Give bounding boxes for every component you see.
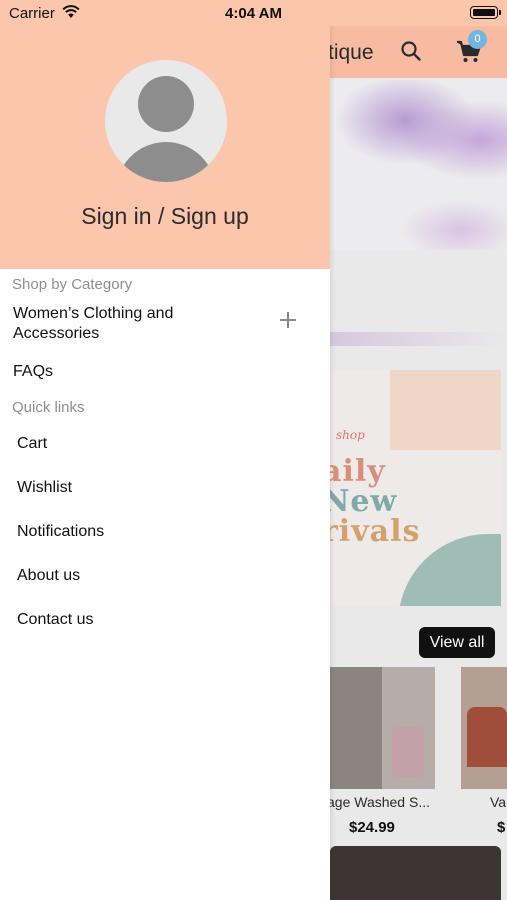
product-price: $ bbox=[497, 819, 506, 836]
new-arrivals-banner[interactable]: shop aily New rivals bbox=[330, 370, 501, 606]
sign-in-link[interactable]: Sign in / Sign up bbox=[0, 203, 330, 230]
category-label: Women’s Clothing and Accessories bbox=[13, 305, 174, 342]
hero-banner-image[interactable] bbox=[330, 80, 507, 250]
product-name[interactable]: age Washed S... bbox=[330, 794, 430, 810]
menu-item-faqs[interactable]: FAQs bbox=[13, 363, 53, 381]
side-drawer: Sign in / Sign up Shop by Category Women… bbox=[0, 26, 330, 900]
banner-decoration bbox=[390, 370, 501, 450]
plus-icon[interactable] bbox=[280, 312, 296, 328]
avatar[interactable] bbox=[105, 60, 227, 182]
menu-item-about-us[interactable]: About us bbox=[17, 567, 80, 585]
quick-links-heading: Quick links bbox=[12, 399, 85, 416]
avatar-body bbox=[116, 142, 216, 182]
product-image[interactable] bbox=[330, 667, 435, 789]
avatar-head bbox=[138, 76, 194, 132]
app-header: tique 0 bbox=[330, 26, 507, 78]
menu-item-contact-us[interactable]: Contact us bbox=[17, 611, 93, 629]
product-bag bbox=[392, 727, 424, 777]
product-image[interactable] bbox=[330, 846, 501, 900]
banner-shop-text: shop bbox=[336, 428, 365, 442]
banner-line-3: rivals bbox=[330, 514, 421, 549]
app-title: tique bbox=[330, 41, 374, 64]
view-all-button[interactable]: View all bbox=[419, 627, 495, 658]
clock-time: 4:04 AM bbox=[225, 5, 282, 22]
menu-item-wishlist[interactable]: Wishlist bbox=[17, 479, 72, 497]
product-sweater bbox=[467, 707, 507, 767]
category-item-womens-clothing[interactable]: Women’s Clothing and Accessories bbox=[13, 304, 313, 348]
status-bar: Carrier 4:04 AM bbox=[0, 0, 507, 26]
drawer-header: Sign in / Sign up bbox=[0, 26, 330, 269]
shop-by-category-heading: Shop by Category bbox=[12, 276, 133, 293]
section-divider bbox=[330, 332, 507, 346]
search-icon[interactable] bbox=[400, 40, 422, 67]
cart-count-badge: 0 bbox=[468, 30, 487, 49]
battery-icon bbox=[470, 6, 501, 19]
menu-item-cart[interactable]: Cart bbox=[17, 435, 47, 453]
product-price: $24.99 bbox=[349, 819, 395, 836]
menu-item-notifications[interactable]: Notifications bbox=[17, 523, 104, 541]
background-app-content: tique 0 shop aily New rivals View all ag… bbox=[330, 26, 507, 900]
product-photo-left bbox=[330, 667, 382, 789]
product-name[interactable]: Val bbox=[490, 794, 507, 810]
product-image[interactable] bbox=[461, 667, 507, 789]
